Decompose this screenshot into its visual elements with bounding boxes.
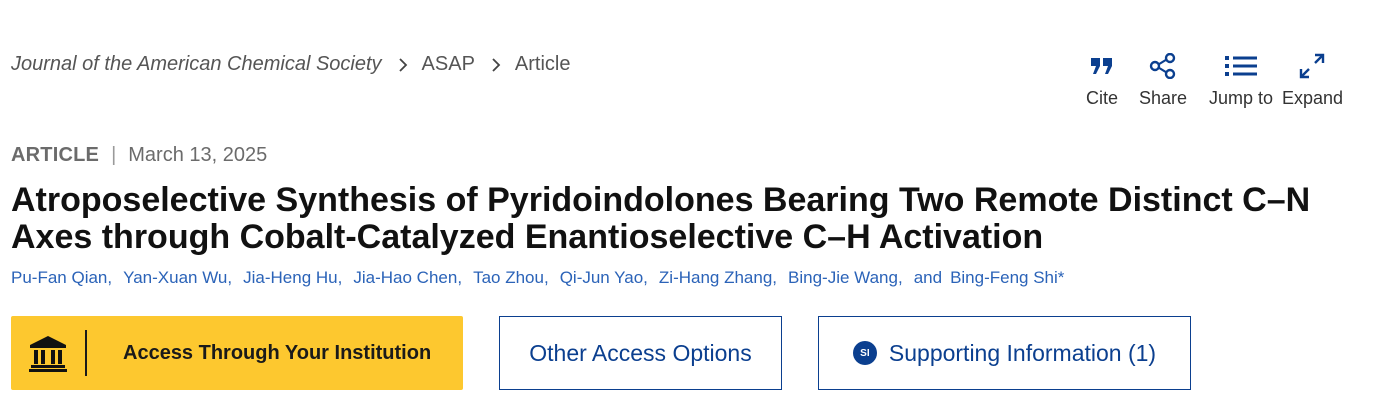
breadcrumb-asap-link[interactable]: ASAP [422, 53, 475, 76]
supporting-information-label: Supporting Information (1) [888, 339, 1157, 366]
meta-separator: | [111, 144, 117, 166]
author-separator: , [337, 268, 343, 287]
access-institution-label: Access Through Your Institution [123, 341, 432, 364]
jump-to-button[interactable]: Jump to [1209, 50, 1273, 109]
author-link[interactable]: Qi-Jun Yao [560, 268, 643, 288]
share-button[interactable]: Share [1139, 50, 1187, 109]
author-list: Pu-Fan Qian, Yan-Xuan Wu, Jia-Heng Hu, J… [11, 268, 1064, 288]
author-link[interactable]: Bing-Feng Shi* [950, 268, 1064, 288]
author-link[interactable]: Tao Zhou [473, 268, 544, 288]
breadcrumb-article: Article [514, 53, 571, 75]
author-link[interactable]: Zi-Hang Zhang [659, 268, 772, 288]
author-separator: , [772, 268, 778, 287]
article-meta: ARTICLE | March 13, 2025 [11, 144, 267, 167]
publication-date: March 13, 2025 [128, 144, 268, 166]
list-icon [1224, 50, 1258, 82]
breadcrumb: Journal of the American Chemical Society… [11, 53, 570, 76]
author-link[interactable]: Yan-Xuan Wu [123, 268, 227, 288]
author-separator: , [643, 268, 648, 287]
button-divider [85, 330, 87, 376]
breadcrumb-journal-link[interactable]: Journal of the American Chemical Society [11, 53, 382, 76]
article-title: Atroposelective Synthesis of Pyridoindol… [11, 181, 1311, 256]
institution-icon [11, 334, 85, 372]
quote-icon [1090, 50, 1114, 82]
chevron-right-icon [491, 57, 501, 73]
cite-label: Cite [1085, 88, 1118, 108]
expand-button[interactable]: Expand [1282, 50, 1343, 109]
author-link[interactable]: Jia-Heng Hu [243, 268, 338, 288]
cite-button[interactable]: Cite [1086, 50, 1118, 109]
author-link[interactable]: Bing-Jie Wang [788, 268, 898, 288]
access-institution-button[interactable]: Access Through Your Institution [11, 316, 463, 390]
author-separator: , [107, 268, 113, 287]
expand-label: Expand [1281, 88, 1343, 108]
author-link[interactable]: Pu-Fan Qian [11, 268, 107, 288]
author-link[interactable]: Jia-Hao Chen [353, 268, 457, 288]
author-separator: , [543, 268, 549, 287]
expand-icon [1298, 50, 1326, 82]
share-icon [1149, 50, 1177, 82]
supporting-information-button[interactable]: SI Supporting Information (1) [818, 316, 1191, 390]
chevron-right-icon [398, 57, 408, 73]
share-label: Share [1138, 88, 1187, 108]
author-separator: , [897, 268, 903, 287]
si-badge-icon: SI [852, 341, 877, 365]
article-type: ARTICLE [11, 144, 100, 166]
author-separator: , [227, 268, 233, 287]
jump-to-label: Jump to [1208, 88, 1273, 108]
other-access-options-button[interactable]: Other Access Options [499, 316, 782, 390]
authors-conjunction: and [913, 268, 943, 287]
other-access-label: Other Access Options [529, 339, 752, 366]
author-separator: , [457, 268, 463, 287]
